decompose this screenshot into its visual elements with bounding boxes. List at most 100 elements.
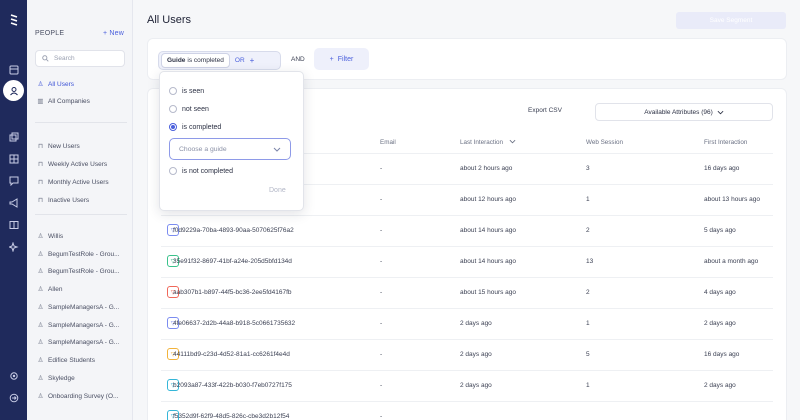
sidebar-item-segment[interactable]: ♙ BegumTestRole - Grou... [37,264,129,278]
people-sidebar: PEOPLE + New Search ♙ All Users ▥ All Co… [27,0,133,420]
table-row[interactable]: ▽ 35e91f32-8697-41bf-a24e-205d5bfd134d - ab… [161,246,773,277]
or-button[interactable]: OR [235,57,245,64]
sidebar-item-segment[interactable]: ♙ Willis [37,229,129,243]
filter-chip[interactable]: Guide is completed OR + [158,51,281,70]
option-is-not-completed[interactable]: is not completed [169,165,233,177]
sidebar-item-inactive[interactable]: ⊓ Inactive Users [37,193,129,207]
bookmark-icon: ⊓ [37,197,44,204]
choose-guide-select[interactable]: Choose a guide [169,138,291,160]
sidebar-item-segment[interactable]: ♙ Allen [37,282,129,296]
search-icon [42,55,49,62]
sidebar-item-segment[interactable]: ♙ Onboarding Survey (O... [37,389,129,403]
filter-chip-operator: is completed [187,57,224,64]
users-icon: ♙ [37,268,44,275]
sidebar-item-label: Onboarding Survey (O... [48,392,119,400]
cell-last-interaction: about 15 hours ago [460,289,517,296]
sidebar-item-segment[interactable]: ♙ SampleManagersA - G... [37,300,129,314]
users-icon: ♙ [37,286,44,293]
home-icon[interactable] [6,62,21,77]
guide-filter-popup: is seen not seen is completed Choose a g… [159,71,304,211]
cell-first-interaction: 2 days ago [704,382,736,389]
table-row[interactable]: ▽ b2093a87-433f-422b-b030-f7eb0727f175-2 … [161,370,773,401]
option-not-seen[interactable]: not seen [169,103,209,115]
cell-web-session: 1 [586,382,590,389]
cell-user-id: 35e91f32-8697-41bf-a24e-205d5bfd134d [173,258,292,265]
cell-last-interaction: about 12 hours ago [460,196,517,203]
users-icon: ♙ [37,322,44,329]
available-attributes-dropdown[interactable]: Available Attributes (96) [595,103,773,121]
icon-rail [0,0,27,420]
cell-first-interaction: about 13 hours ago [704,196,761,203]
logout-icon[interactable] [6,390,21,405]
sidebar-item-all-users[interactable]: ♙ All Users [37,77,129,91]
sidebar-item-monthly-active[interactable]: ⊓ Monthly Active Users [37,175,129,189]
logo-icon[interactable] [6,12,21,27]
sidebar-item-new-users[interactable]: ⊓ New Users [37,139,129,153]
new-segment-button[interactable]: + New [103,30,124,37]
column-header-first-interaction[interactable]: First Interaction [704,139,747,146]
sidebar-item-label: Allen [48,285,63,293]
table-row[interactable]: ▽ f0d9229a-70ba-4893-90aa-5070625f76a2- ab… [161,215,773,246]
column-header-web-session[interactable]: Web Session [586,139,623,146]
cell-email: - [380,227,383,234]
radio-icon [169,87,177,95]
sparkle-icon[interactable] [6,239,21,254]
cell-first-interaction: 5 days ago [704,227,736,234]
sidebar-item-segment[interactable]: ♙ Skyledge [37,371,129,385]
sidebar-item-label: SampleManagersA - G... [48,338,120,346]
people-icon[interactable] [3,80,24,101]
sidebar-item-segment[interactable]: ♙ SampleManagersA - G... [37,318,129,332]
sidebar-item-label: All Users [48,80,75,88]
add-filter-label: Filter [337,55,354,63]
column-header-last-interaction[interactable]: Last Interaction [460,139,516,146]
cell-email: - [380,196,383,203]
search-input[interactable]: Search [35,50,125,67]
cell-web-session: 2 [586,289,590,296]
table-row[interactable]: ▽ f5352d9f-62f9-48d5-826c-cbe3d2b12f54- [161,401,773,420]
add-or-plus-icon[interactable]: + [250,56,255,65]
column-header-email[interactable]: Email [380,139,396,146]
cell-user-id: f0d9229a-70ba-4893-90aa-5070625f76a2 [173,227,294,234]
add-filter-button[interactable]: + Filter [314,48,369,70]
grid-icon[interactable] [6,151,21,166]
filter-chip-condition[interactable]: Guide is completed [161,53,230,68]
page-title: All Users [147,14,192,26]
sidebar-item-segment[interactable]: ♙ Edifice Students [37,353,129,367]
chat-icon[interactable] [6,173,21,188]
export-csv-button[interactable]: Export CSV [528,107,562,114]
option-is-completed[interactable]: is completed [169,121,221,133]
option-label: is completed [182,123,222,131]
cell-last-interaction: 2 days ago [460,351,492,358]
divider [35,214,127,215]
sidebar-item-segment[interactable]: ♙ SampleManagersA - G... [37,335,129,349]
done-button[interactable]: Done [269,187,286,194]
layers-icon[interactable] [6,129,21,144]
users-icon: ♙ [37,375,44,382]
cell-user-id: 4fe06637-2d2b-44a8-b918-5c0661735632 [173,320,296,327]
users-icon: ♙ [37,251,44,258]
section-label: PEOPLE [35,30,65,37]
cell-first-interaction: 16 days ago [704,165,740,172]
option-label: is seen [182,87,205,95]
radio-selected-icon [169,123,177,131]
building-icon: ▥ [37,98,44,105]
sidebar-item-label: Willis [48,232,64,240]
table-row[interactable]: ▽ aab307b1-b897-44f5-bc36-2ee5fd4167fb - ab… [161,277,773,308]
sidebar-item-segment[interactable]: ♙ BegumTestRole - Grou... [37,247,129,261]
radio-icon [169,167,177,175]
cell-email: - [380,289,383,296]
book-icon[interactable] [6,217,21,232]
option-is-seen[interactable]: is seen [169,85,204,97]
and-label: AND [291,56,305,63]
table-row[interactable]: ▽ 4fe06637-2d2b-44a8-b918-5c0661735632-2 … [161,308,773,339]
save-segment-button[interactable]: Save Segment [676,12,786,29]
divider [35,122,127,123]
table-row[interactable]: ▽ 44111bd9-c23d-4d52-81a1-cc6261f4e4d -2 d… [161,339,773,370]
sidebar-item-weekly-active[interactable]: ⊓ Weekly Active Users [37,157,129,171]
radio-icon [169,105,177,113]
megaphone-icon[interactable] [6,195,21,210]
sort-chevron-icon [509,139,516,144]
gear-icon[interactable] [6,368,21,383]
sidebar-item-label: Skyledge [48,374,75,382]
sidebar-item-all-companies[interactable]: ▥ All Companies [37,94,129,108]
